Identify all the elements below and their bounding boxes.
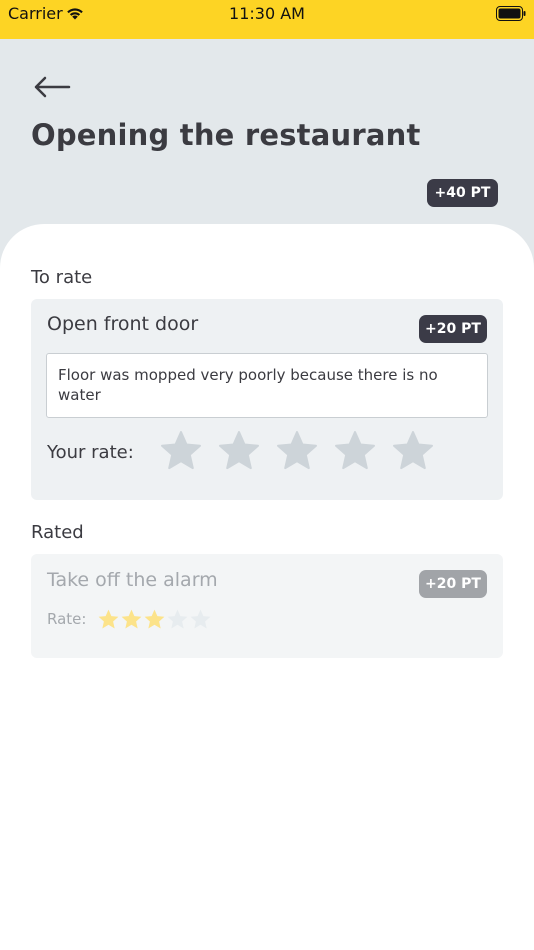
star-icon: [167, 609, 188, 629]
task-points-badge: +20 PT: [419, 570, 487, 598]
status-bar: Carrier 11:30 AM: [0, 0, 534, 39]
to-rate-heading: To rate: [31, 267, 93, 288]
star-icon: [277, 431, 317, 470]
rate-star-5-button[interactable]: [391, 429, 435, 473]
star-icon: [190, 609, 211, 629]
task-name: Open front door: [47, 313, 199, 335]
rating-star-4: [166, 608, 189, 631]
rate-star-2-button[interactable]: [217, 429, 261, 473]
your-rate-label: Your rate:: [47, 442, 134, 463]
rating-star-3: [143, 608, 166, 631]
rate-star-1-button[interactable]: [159, 429, 203, 473]
task-points-badge: +20 PT: [419, 315, 487, 343]
star-icon: [121, 609, 142, 629]
total-points-badge: +40 PT: [427, 179, 498, 207]
content-panel: To rate Open front door +20 PT Floor was…: [0, 224, 534, 950]
star-icon: [393, 431, 433, 470]
star-icon: [219, 431, 259, 470]
clock-label: 11:30 AM: [229, 4, 305, 23]
comment-field[interactable]: Floor was mopped very poorly because the…: [46, 353, 488, 418]
rate-star-3-button[interactable]: [275, 429, 319, 473]
back-arrow-icon[interactable]: [33, 75, 71, 99]
star-icon: [98, 609, 119, 629]
rate-star-4-button[interactable]: [333, 429, 377, 473]
rating-star-2: [120, 608, 143, 631]
task-name: Take off the alarm: [47, 569, 218, 591]
star-icon: [161, 431, 201, 470]
rated-heading: Rated: [31, 522, 84, 543]
rating-star-5: [189, 608, 212, 631]
rating-star-1: [97, 608, 120, 631]
star-icon: [144, 609, 165, 629]
star-icon: [335, 431, 375, 470]
rate-label: Rate:: [47, 610, 87, 628]
page-title: Opening the restaurant: [31, 118, 421, 152]
battery-icon: [496, 6, 526, 21]
task-card-to-rate: Open front door +20 PT Floor was mopped …: [31, 299, 503, 500]
task-card-rated[interactable]: Take off the alarm +20 PT Rate:: [31, 554, 503, 658]
